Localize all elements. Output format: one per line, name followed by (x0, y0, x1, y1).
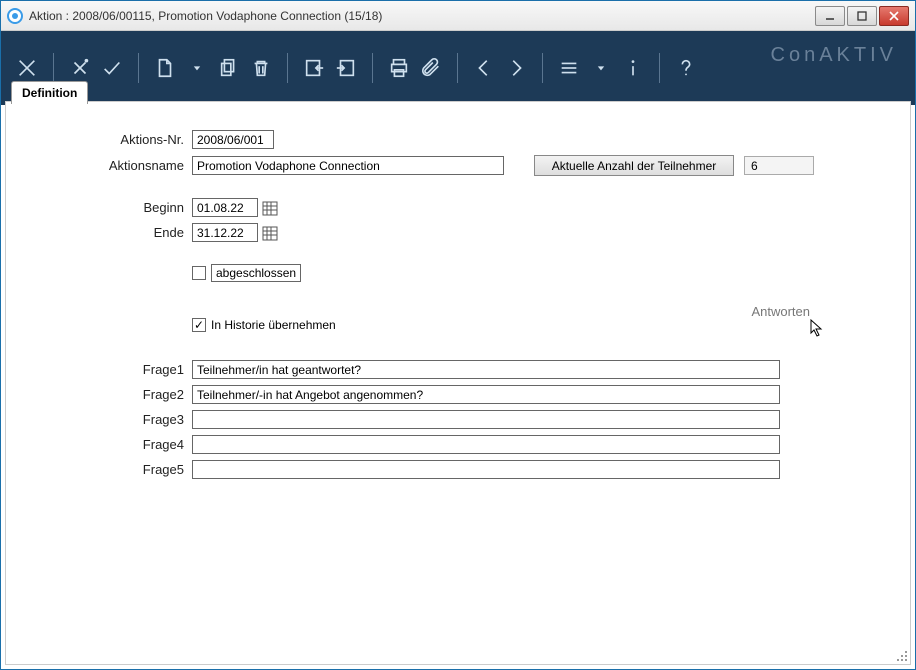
app-icon (7, 8, 23, 24)
label-abgeschlossen: abgeschlossen (211, 264, 301, 282)
input-aktionsname[interactable] (192, 156, 504, 175)
label-historie: In Historie übernehmen (211, 318, 336, 332)
input-frage1[interactable] (192, 360, 780, 379)
input-frage5[interactable] (192, 460, 780, 479)
label-antworten: Antworten (751, 304, 810, 319)
nav-next-icon[interactable] (502, 54, 530, 82)
titlebar: Aktion : 2008/06/00115, Promotion Vodaph… (1, 1, 915, 31)
menu-dropdown-icon[interactable] (587, 54, 615, 82)
print-icon[interactable] (385, 54, 413, 82)
label-frage5: Frage5 (42, 462, 192, 477)
input-beginn[interactable] (192, 198, 258, 217)
input-aktions-nr[interactable] (192, 130, 274, 149)
field-teilnehmer-count: 6 (744, 156, 814, 175)
input-frage2[interactable] (192, 385, 780, 404)
label-ende: Ende (42, 225, 192, 240)
label-beginn: Beginn (42, 200, 192, 215)
toolbar: ConAKTIV (1, 31, 915, 105)
input-frage3[interactable] (192, 410, 780, 429)
calendar-icon[interactable] (262, 200, 278, 216)
label-frage3: Frage3 (42, 412, 192, 427)
label-aktions-nr: Aktions-Nr. (42, 132, 192, 147)
brand-logo: ConAKTIV (771, 31, 897, 79)
new-document-dropdown-icon[interactable] (183, 54, 211, 82)
confirm-check-icon[interactable] (98, 54, 126, 82)
input-frage4[interactable] (192, 435, 780, 454)
export-icon[interactable] (332, 54, 360, 82)
questions-block: Frage1 Frage2 Frage3 Frage4 Frage5 (42, 360, 874, 479)
calendar-icon[interactable] (262, 225, 278, 241)
btn-teilnehmer-count[interactable]: Aktuelle Anzahl der Teilnehmer (534, 155, 734, 176)
resize-grip-icon[interactable] (895, 649, 907, 661)
label-frage4: Frage4 (42, 437, 192, 452)
menu-lines-icon[interactable] (555, 54, 583, 82)
minimize-button[interactable] (815, 6, 845, 26)
input-ende[interactable] (192, 223, 258, 242)
cancel-x-dot-icon[interactable] (66, 54, 94, 82)
attachment-clip-icon[interactable] (417, 54, 445, 82)
close-x-icon[interactable] (13, 54, 41, 82)
label-frage2: Frage2 (42, 387, 192, 402)
checkbox-abgeschlossen[interactable] (192, 266, 206, 280)
window-title: Aktion : 2008/06/00115, Promotion Vodaph… (29, 9, 815, 23)
cursor-arrow-icon (810, 319, 824, 340)
delete-trash-icon[interactable] (247, 54, 275, 82)
nav-prev-icon[interactable] (470, 54, 498, 82)
help-icon[interactable] (672, 54, 700, 82)
import-icon[interactable] (300, 54, 328, 82)
checkbox-historie[interactable] (192, 318, 206, 332)
new-document-icon[interactable] (151, 54, 179, 82)
maximize-button[interactable] (847, 6, 877, 26)
label-frage1: Frage1 (42, 362, 192, 377)
close-button[interactable] (879, 6, 909, 26)
info-icon[interactable] (619, 54, 647, 82)
tab-definition[interactable]: Definition (11, 81, 88, 104)
content-panel: Aktions-Nr. Aktionsname Aktuelle Anzahl … (5, 101, 911, 665)
copy-document-icon[interactable] (215, 54, 243, 82)
label-aktionsname: Aktionsname (42, 158, 192, 173)
app-window: Aktion : 2008/06/00115, Promotion Vodaph… (0, 0, 916, 670)
